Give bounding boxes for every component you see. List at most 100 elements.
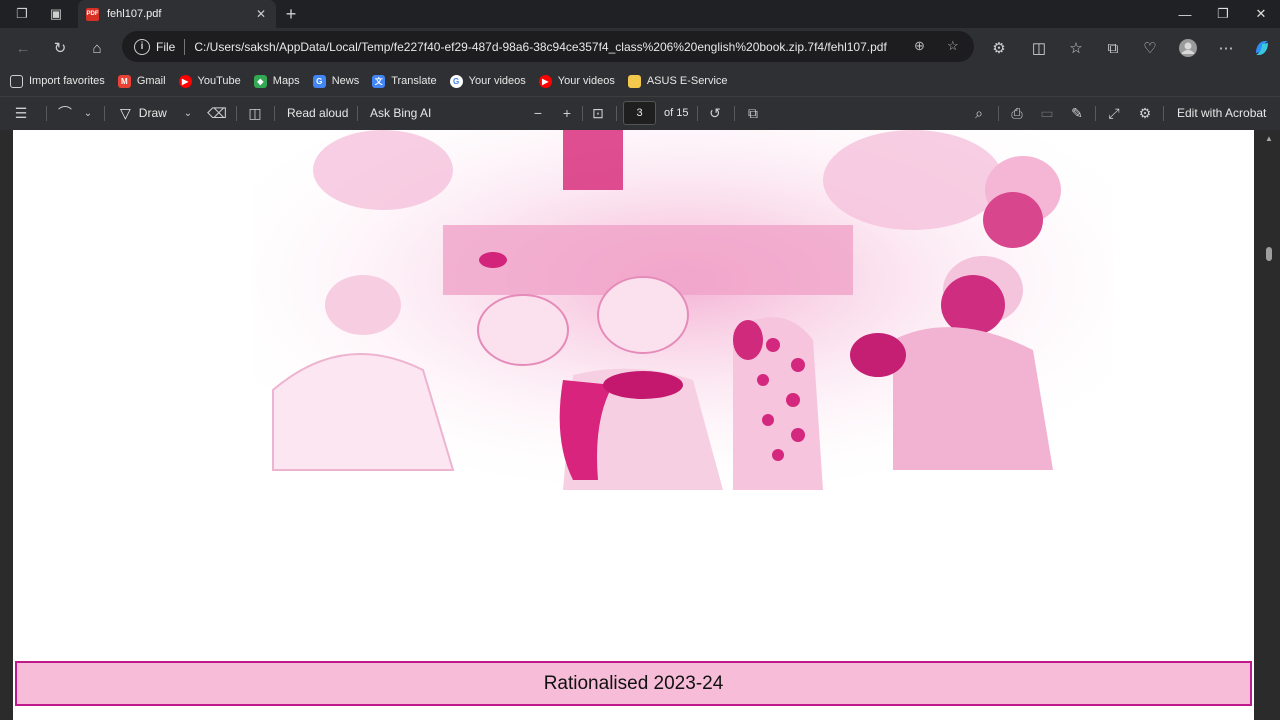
full-screen-icon[interactable]: ⤢ (1104, 103, 1124, 123)
home-icon[interactable]: ⌂ (86, 37, 108, 59)
favorite-your-videos-youtube[interactable]: ▶ Your videos (538, 74, 615, 88)
restore-icon[interactable]: ❐ (1204, 3, 1242, 25)
favorite-your-videos-google[interactable]: G Your videos (449, 74, 526, 88)
favorite-label: Gmail (136, 75, 166, 87)
maps-icon: ◆ (253, 74, 267, 88)
chevron-down-icon[interactable]: ⌄ (78, 103, 98, 123)
toolbar-divider (1163, 106, 1164, 121)
translate-icon: 文 (372, 74, 386, 88)
address-url[interactable]: C:/Users/saksh/AppData/Local/Temp/fe227f… (194, 40, 886, 54)
favorite-asus[interactable]: ASUS E-Service (627, 74, 728, 88)
toolbar-divider (46, 106, 47, 121)
zoom-in-icon[interactable]: + (557, 103, 577, 123)
favorite-gmail[interactable]: M Gmail (117, 74, 166, 88)
copilot-icon[interactable] (1251, 37, 1273, 59)
favorite-youtube[interactable]: ▶ YouTube (178, 74, 241, 88)
pdf-file-icon: PDF (86, 7, 99, 21)
collections-icon[interactable]: ⧉ (1102, 37, 1124, 59)
erase-icon[interactable]: ⌫ (207, 103, 227, 123)
profile-avatar-icon[interactable] (1177, 37, 1199, 59)
contents-icon[interactable]: ☰ (11, 103, 31, 123)
address-bar[interactable]: i File C:/Users/saksh/AppData/Local/Temp… (122, 31, 974, 62)
youtube-icon: ▶ (538, 74, 552, 88)
import-icon (10, 74, 23, 88)
favorite-label: YouTube (197, 75, 241, 87)
refresh-icon[interactable]: ↻ (49, 37, 71, 59)
page-total: of 15 (664, 107, 689, 119)
settings-more-icon[interactable]: ⋯ (1215, 37, 1237, 59)
two-page-view-icon[interactable]: ⧉ (743, 103, 763, 123)
favorite-news[interactable]: G News (312, 74, 360, 88)
favorite-label: Import favorites (29, 75, 105, 87)
ask-bing-ai-button[interactable]: Ask Bing AI (370, 103, 431, 123)
address-separator (184, 38, 186, 55)
favorite-maps[interactable]: ◆ Maps (253, 74, 300, 88)
toolbar-divider (582, 106, 583, 121)
new-tab-icon[interactable]: + (281, 4, 301, 24)
toolbar-divider (697, 106, 698, 121)
toolbar-divider (998, 106, 999, 121)
youtube-icon: ▶ (178, 74, 192, 88)
draw-label: Draw (138, 106, 167, 120)
close-tab-icon[interactable]: ✕ (252, 7, 270, 21)
vertical-tabs-icon[interactable]: ▣ (46, 4, 66, 24)
rotate-icon[interactable]: ↺ (705, 103, 725, 123)
favorite-label: ASUS E-Service (646, 75, 728, 87)
toolbar-divider (104, 106, 105, 121)
favorite-label: Maps (272, 75, 300, 87)
zoom-out-icon[interactable]: − (528, 103, 548, 123)
pdf-settings-icon[interactable]: ⚙ (1135, 103, 1155, 123)
favorites-bar: Import favorites M Gmail ▶ YouTube ◆ Map… (0, 66, 1280, 97)
info-icon[interactable]: i (134, 38, 150, 55)
favorites-icon[interactable]: ☆ (1065, 37, 1087, 59)
favorite-label: News (331, 75, 360, 87)
fit-page-icon[interactable]: ⊡ (588, 103, 608, 123)
toolbar-divider (616, 106, 617, 121)
browser-essentials-icon[interactable]: ♡ (1139, 37, 1161, 59)
save-icon[interactable]: ▭ (1037, 103, 1057, 123)
book-illustration (253, 130, 1113, 505)
close-window-icon[interactable]: ✕ (1242, 3, 1280, 25)
workspaces-icon[interactable]: ❐ (12, 4, 32, 24)
navigation-bar: ← ↻ ⌂ i File C:/Users/saksh/AppData/Loca… (0, 28, 1280, 66)
pdf-page: Rationalised 2023-24 (13, 130, 1254, 720)
minimize-icon[interactable]: — (1166, 3, 1204, 25)
draw-icon: ▽ (120, 104, 131, 121)
favorite-label: Your videos (557, 75, 615, 87)
save-as-icon[interactable]: ✎ (1067, 103, 1087, 123)
zoom-icon[interactable]: ⊕ (914, 38, 925, 54)
favorite-label: Translate (391, 75, 437, 87)
search-icon[interactable]: ⌕ (969, 103, 989, 123)
toolbar-divider (357, 106, 358, 121)
address-scheme: File (156, 39, 176, 54)
tab-active[interactable]: PDF fehl107.pdf ✕ (78, 0, 276, 28)
vertical-scrollbar[interactable]: ▲ (1262, 130, 1276, 720)
footer-text: Rationalised 2023-24 (543, 672, 724, 694)
scrollbar-thumb[interactable] (1266, 247, 1272, 261)
split-screen-icon[interactable]: ◫ (1028, 37, 1050, 59)
read-aloud-button[interactable]: Read aloud (287, 103, 348, 123)
tab-title: fehl107.pdf (107, 8, 162, 20)
print-icon[interactable]: ⎙ (1007, 103, 1027, 123)
back-icon[interactable]: ← (12, 37, 34, 59)
chevron-down-icon[interactable]: ⌄ (178, 103, 198, 123)
extensions-icon[interactable]: ⚙ (988, 37, 1010, 59)
page-view-icon[interactable]: ◫ (245, 103, 265, 123)
toolbar-divider (1095, 106, 1096, 121)
highlight-icon[interactable]: ⌒ (55, 103, 75, 123)
toolbar-divider (274, 106, 275, 121)
favorite-import[interactable]: Import favorites (10, 74, 105, 88)
toolbar-divider (734, 106, 735, 121)
google-icon: G (449, 74, 463, 88)
gmail-icon: M (117, 74, 131, 88)
toolbar-divider (236, 106, 237, 121)
favorite-translate[interactable]: 文 Translate (372, 74, 437, 88)
favorite-star-icon[interactable]: ☆ (947, 38, 959, 54)
page-number-input[interactable]: 3 (623, 101, 656, 125)
edit-with-acrobat-button[interactable]: Edit with Acrobat (1177, 103, 1266, 123)
draw-button[interactable]: ▽ Draw (120, 103, 167, 123)
favorite-label: Your videos (468, 75, 526, 87)
scroll-up-arrow-icon[interactable]: ▲ (1265, 134, 1273, 143)
folder-icon (627, 74, 641, 88)
news-icon: G (312, 74, 326, 88)
